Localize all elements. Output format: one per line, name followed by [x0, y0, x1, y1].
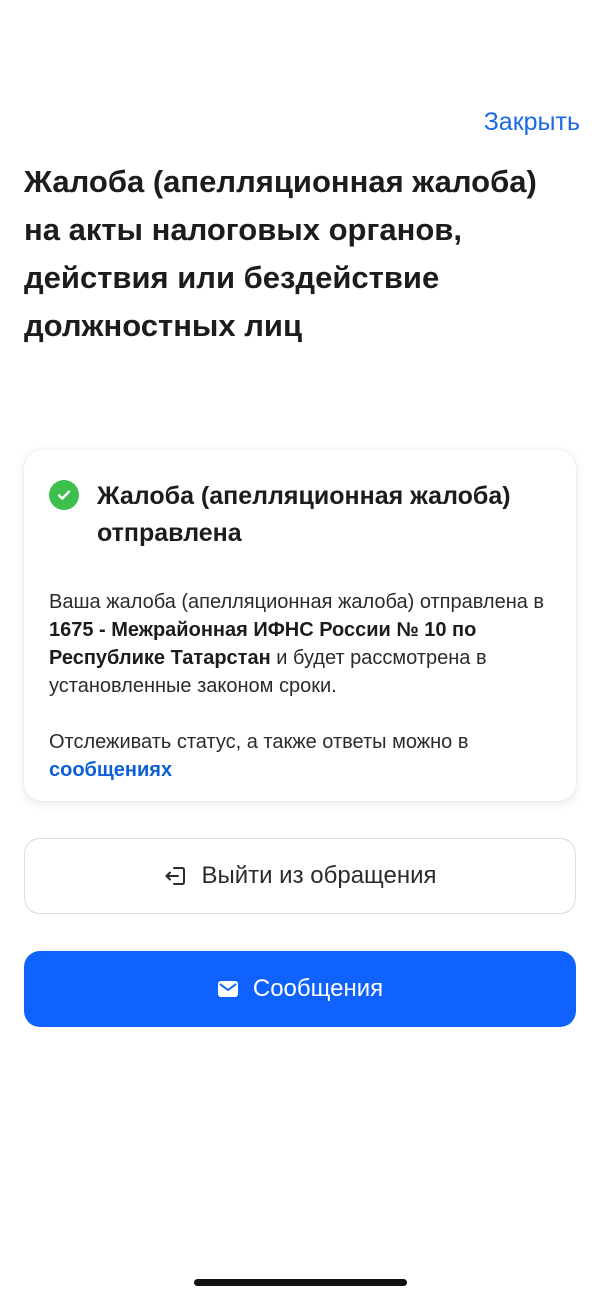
messages-button[interactable]: Сообщения	[24, 951, 576, 1027]
check-circle-icon	[49, 480, 79, 510]
close-link[interactable]: Закрыть	[484, 108, 580, 137]
tracking-paragraph: Отслеживать статус, а также ответы можно…	[49, 728, 551, 784]
messages-button-label: Сообщения	[252, 975, 384, 1002]
status-card: Жалоба (апелляционная жалоба) отправлена…	[24, 450, 576, 801]
exit-icon	[163, 864, 187, 888]
status-title: Жалоба (апелляционная жалоба) отправлена	[97, 482, 511, 547]
exit-appeal-button[interactable]: Выйти из обращения	[24, 838, 576, 914]
page-title: Жалоба (апелляционная жалоба) на акты на…	[24, 164, 537, 343]
status-description: Ваша жалоба (апелляционная жалоба) отпра…	[49, 588, 551, 784]
status-text-prefix: Ваша жалоба (апелляционная жалоба) отпра…	[49, 591, 545, 613]
home-indicator	[194, 1279, 407, 1286]
messages-link[interactable]: сообщениях	[49, 759, 172, 781]
tracking-text: Отслеживать статус, а также ответы можно…	[49, 731, 469, 753]
envelope-icon	[217, 980, 239, 998]
card-header: Жалоба (апелляционная жалоба) отправлена	[49, 478, 551, 552]
status-paragraph: Ваша жалоба (апелляционная жалоба) отпра…	[49, 588, 551, 700]
exit-appeal-label: Выйти из обращения	[201, 862, 437, 889]
